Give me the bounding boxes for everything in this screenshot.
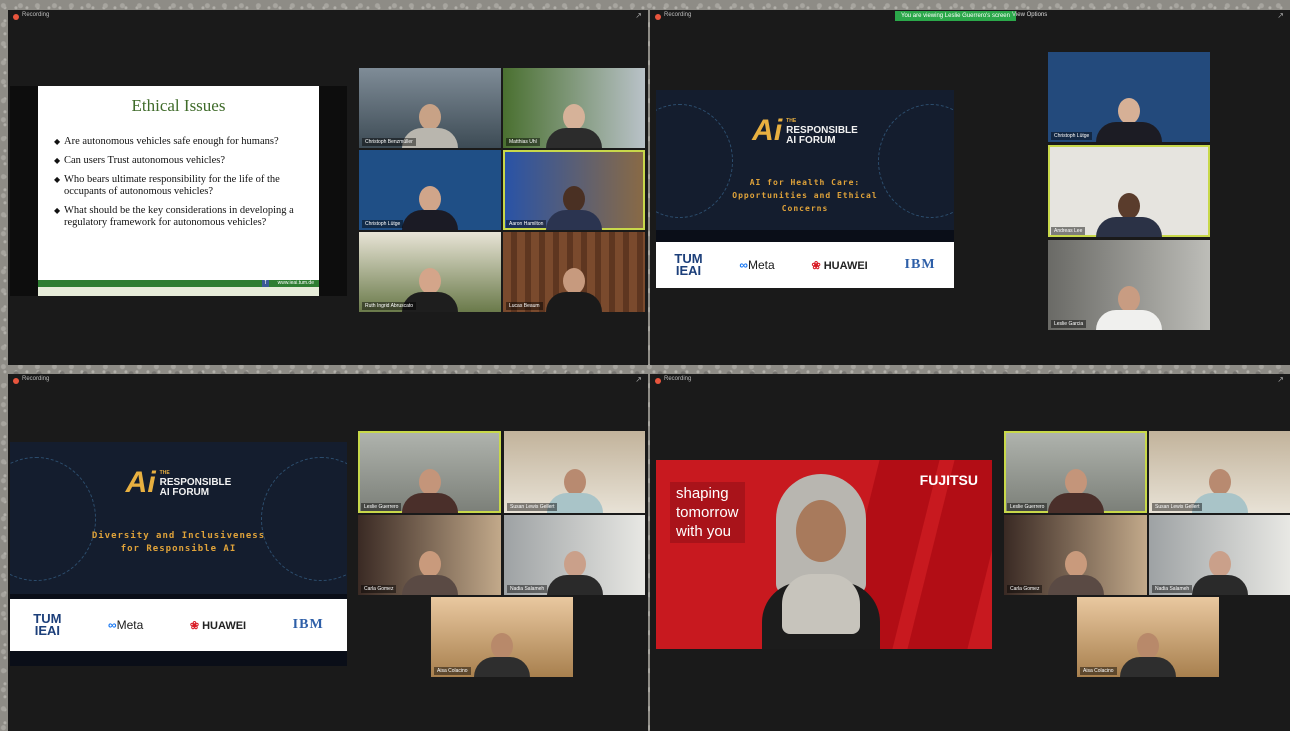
participant-name: Nadia Salameh <box>507 585 548 593</box>
meeting-window-bottom-left: Recording ↗ Ai THE RESPONSIBLE AI FORUM Div… <box>8 374 648 731</box>
video-tile[interactable]: Ruth Ingrid Abruscato <box>359 232 501 312</box>
meeting-window-bottom-right: Recording ↗ shaping tomorrow with you FUJI… <box>650 374 1290 731</box>
participant-name: Nadia Salameh <box>1152 585 1193 593</box>
video-tile-active-speaker[interactable]: Leslie Guerrero <box>1004 431 1147 513</box>
participant-name: Susan Lewis Gellert <box>1152 503 1203 511</box>
video-tile-active-speaker[interactable]: Aaron Hamilton <box>503 150 645 230</box>
window-title-bar: Recording ↗ <box>8 374 648 388</box>
speaker-video-fujitsu[interactable]: shaping tomorrow with you FUJITSU <box>656 460 992 649</box>
slide-footer: f www.ieai.tum.de <box>38 280 319 296</box>
participant-name: Christoph Lütge <box>1051 132 1093 140</box>
expand-icon[interactable]: ↗ <box>1277 11 1284 20</box>
slide-bullets: Are autonomous vehicles safe enough for … <box>54 136 299 236</box>
recording-icon <box>655 378 661 384</box>
ai-forum-logo: Ai THE RESPONSIBLE AI FORUM <box>752 114 858 147</box>
participant-name: Carla Gomez <box>1007 585 1043 593</box>
forum-poster-diversity: Ai THE RESPONSIBLE AI FORUM Diversity and I… <box>10 442 347 666</box>
shared-slide: Ethical Issues Are autonomous vehicles s… <box>10 86 347 296</box>
meeting-window-top-left: Recording ↗ Ethical Issues Are autonomou… <box>8 10 648 365</box>
huawei-logo: ❀ HUAWEI <box>811 259 868 272</box>
participant-name: Aisa Colacino <box>434 667 471 675</box>
recording-label: Recording <box>22 12 50 18</box>
participant-name: Christoph Lütge <box>362 220 404 228</box>
participant-name: Susan Lewis Gellert <box>507 503 558 511</box>
huawei-logo: ❀ HUAWEI <box>189 619 247 632</box>
video-tile[interactable]: Christoph Lütge <box>1048 52 1210 142</box>
sponsor-strip: TUM IEAI ∞Meta ❀ HUAWEI IBM <box>10 599 347 651</box>
video-tile[interactable]: Carla Gomez <box>1004 515 1147 595</box>
sponsor-strip: TUM IEAI ∞Meta ❀ HUAWEI IBM <box>656 242 954 288</box>
ibm-logo: IBM <box>904 257 936 272</box>
video-tile[interactable]: Lucas Beaum <box>503 232 645 312</box>
slide-title: Ethical Issues <box>131 96 226 115</box>
participant-name: Leslie Garcia <box>1051 320 1087 328</box>
video-tile[interactable]: Leslie Garcia <box>1048 240 1210 330</box>
meta-logo: ∞Meta <box>108 618 144 632</box>
video-tile[interactable]: Nadia Salameh <box>1149 515 1290 595</box>
video-tile[interactable]: Carla Gomez <box>358 515 501 595</box>
slide-bullet: What should be the key considerations in… <box>54 205 299 229</box>
participant-name: Ruth Ingrid Abruscato <box>362 302 417 310</box>
recording-icon <box>655 14 661 20</box>
ibm-logo: IBM <box>292 617 324 632</box>
window-title-bar: Recording ↗ <box>8 10 648 24</box>
video-tile-active-speaker[interactable]: Leslie Guerrero <box>358 431 501 513</box>
participant-name: Lucas Beaum <box>506 302 543 310</box>
video-tile[interactable]: Susan Lewis Gellert <box>1149 431 1290 513</box>
ai-forum-logo: Ai THE RESPONSIBLE AI FORUM <box>125 466 232 499</box>
window-title-bar: Recording ↗ <box>650 374 1290 388</box>
participant-name: Christoph Benzmüller <box>362 138 416 146</box>
forum-poster-health: Ai THE RESPONSIBLE AI FORUM AI for Health C… <box>656 90 954 288</box>
meta-logo: ∞Meta <box>739 258 775 272</box>
expand-icon[interactable]: ↗ <box>635 375 642 384</box>
video-tile-active-speaker[interactable]: Andreas Lee <box>1048 145 1210 237</box>
fujitsu-logo: FUJITSU <box>919 472 978 488</box>
video-tile[interactable]: Christoph Benzmüller <box>359 68 501 148</box>
recording-icon <box>13 14 19 20</box>
session-title: Diversity and Inclusiveness for Responsi… <box>91 531 266 554</box>
participant-name: Matthias Uhl <box>506 138 540 146</box>
participant-name: Carla Gomez <box>361 585 397 593</box>
slide-bullet: Can users Trust autonomous vehicles? <box>54 155 299 167</box>
recording-label: Recording <box>664 376 692 382</box>
recording-label: Recording <box>664 12 692 18</box>
tum-ieai-logo: TUM IEAI <box>674 251 703 278</box>
screen-share-banner: You are viewing Leslie Guerrero's screen <box>895 11 1016 21</box>
view-options-button[interactable]: View Options <box>1012 12 1047 18</box>
video-tile[interactable]: Matthias Uhl <box>503 68 645 148</box>
slide-bullet: Are autonomous vehicles safe enough for … <box>54 136 299 148</box>
expand-icon[interactable]: ↗ <box>635 11 642 20</box>
expand-icon[interactable]: ↗ <box>1277 375 1284 384</box>
video-tile[interactable]: Aisa Colacino <box>1077 597 1219 677</box>
participant-name: Leslie Guerrero <box>1007 503 1048 511</box>
slide-footer-url: www.ieai.tum.de <box>277 280 314 286</box>
recording-label: Recording <box>22 376 50 382</box>
participant-name: Aaron Hamilton <box>506 220 547 228</box>
tum-ieai-logo: TUM IEAI <box>33 611 62 638</box>
video-tile[interactable]: Aisa Colacino <box>431 597 573 677</box>
recording-icon <box>13 378 19 384</box>
facebook-icon: f <box>262 280 269 287</box>
video-tile[interactable]: Christoph Lütge <box>359 150 501 230</box>
meeting-window-top-right: Recording ↗ You are viewing Leslie Guerr… <box>650 10 1290 365</box>
fujitsu-tagline: shaping tomorrow with you <box>670 482 745 543</box>
video-tile[interactable]: Susan Lewis Gellert <box>504 431 645 513</box>
session-title: AI for Health Care: Opportunities and Et… <box>732 178 878 213</box>
participant-name: Aisa Colacino <box>1080 667 1117 675</box>
slide-bullet: Who bears ultimate responsibility for th… <box>54 174 299 198</box>
participant-name: Andreas Lee <box>1051 227 1086 235</box>
video-tile[interactable]: Nadia Salameh <box>504 515 645 595</box>
participant-name: Leslie Guerrero <box>361 503 402 511</box>
